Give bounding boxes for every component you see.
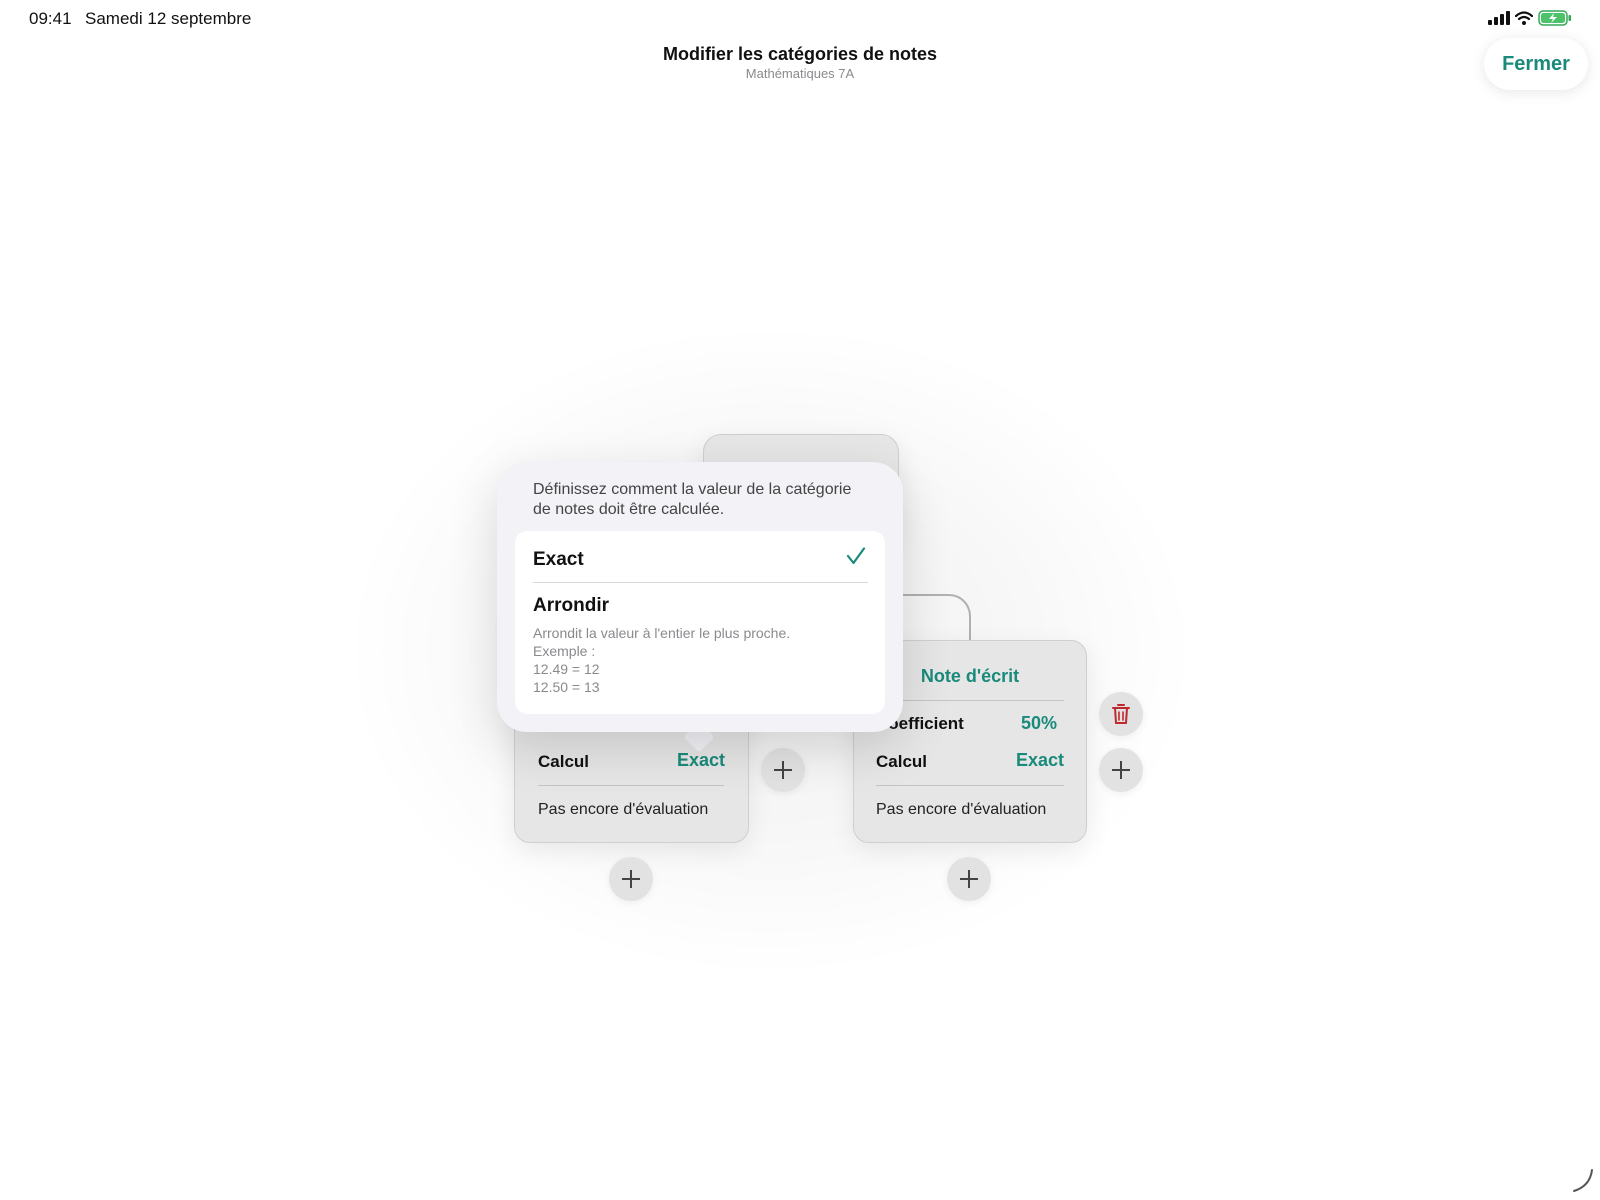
- tree-connector: [903, 594, 971, 642]
- calc-label: Calcul: [538, 752, 590, 771]
- no-evaluation-text: Pas encore d'évaluation: [876, 801, 1047, 818]
- option-round-description: Arrondit la valeur à l'entier le plus pr…: [533, 625, 791, 641]
- calc-value[interactable]: Exact: [677, 750, 725, 771]
- option-round-example-2: 12.50 = 13: [533, 679, 600, 695]
- delete-button[interactable]: [1099, 692, 1143, 736]
- plus-icon: [1112, 761, 1130, 779]
- wifi-icon: [1515, 11, 1533, 25]
- option-round[interactable]: Arrondir: [533, 595, 609, 617]
- card-divider: [876, 785, 1064, 786]
- calc-value[interactable]: Exact: [1016, 750, 1064, 771]
- pencil-stroke-icon: [1573, 1169, 1593, 1192]
- status-date: Samedi 12 septembre: [85, 9, 252, 28]
- checkmark-icon: [846, 547, 866, 570]
- add-sibling-button[interactable]: [1099, 748, 1143, 792]
- page-subtitle: Mathématiques 7A: [745, 66, 855, 81]
- page-title: Modifier les catégories de notes: [662, 44, 938, 64]
- card-divider: [876, 700, 1064, 701]
- add-child-button[interactable]: [947, 857, 991, 901]
- options-divider: [533, 582, 868, 583]
- plus-icon: [774, 761, 792, 779]
- add-sibling-button[interactable]: [761, 748, 805, 792]
- plus-icon: [960, 870, 978, 888]
- signal-icon: [1488, 11, 1510, 25]
- calc-label: Calcul: [876, 752, 928, 771]
- option-exact[interactable]: Exact: [533, 549, 584, 571]
- weight-value[interactable]: 50%: [1021, 713, 1057, 734]
- popover-description: Définissez comment la valeur de la catég…: [533, 481, 852, 518]
- option-round-example-1: 12.49 = 12: [533, 661, 600, 677]
- add-child-button[interactable]: [609, 857, 653, 901]
- no-evaluation-text: Pas encore d'évaluation: [538, 801, 709, 818]
- option-round-example-label: Exemple :: [533, 643, 596, 659]
- status-icons: [1488, 10, 1572, 26]
- battery-charging-icon: [1538, 10, 1571, 26]
- trash-icon: [1112, 704, 1130, 724]
- status-time: 09:41: [29, 9, 72, 28]
- close-button[interactable]: Fermer: [1484, 38, 1588, 90]
- card-divider: [538, 785, 724, 786]
- plus-icon: [622, 870, 640, 888]
